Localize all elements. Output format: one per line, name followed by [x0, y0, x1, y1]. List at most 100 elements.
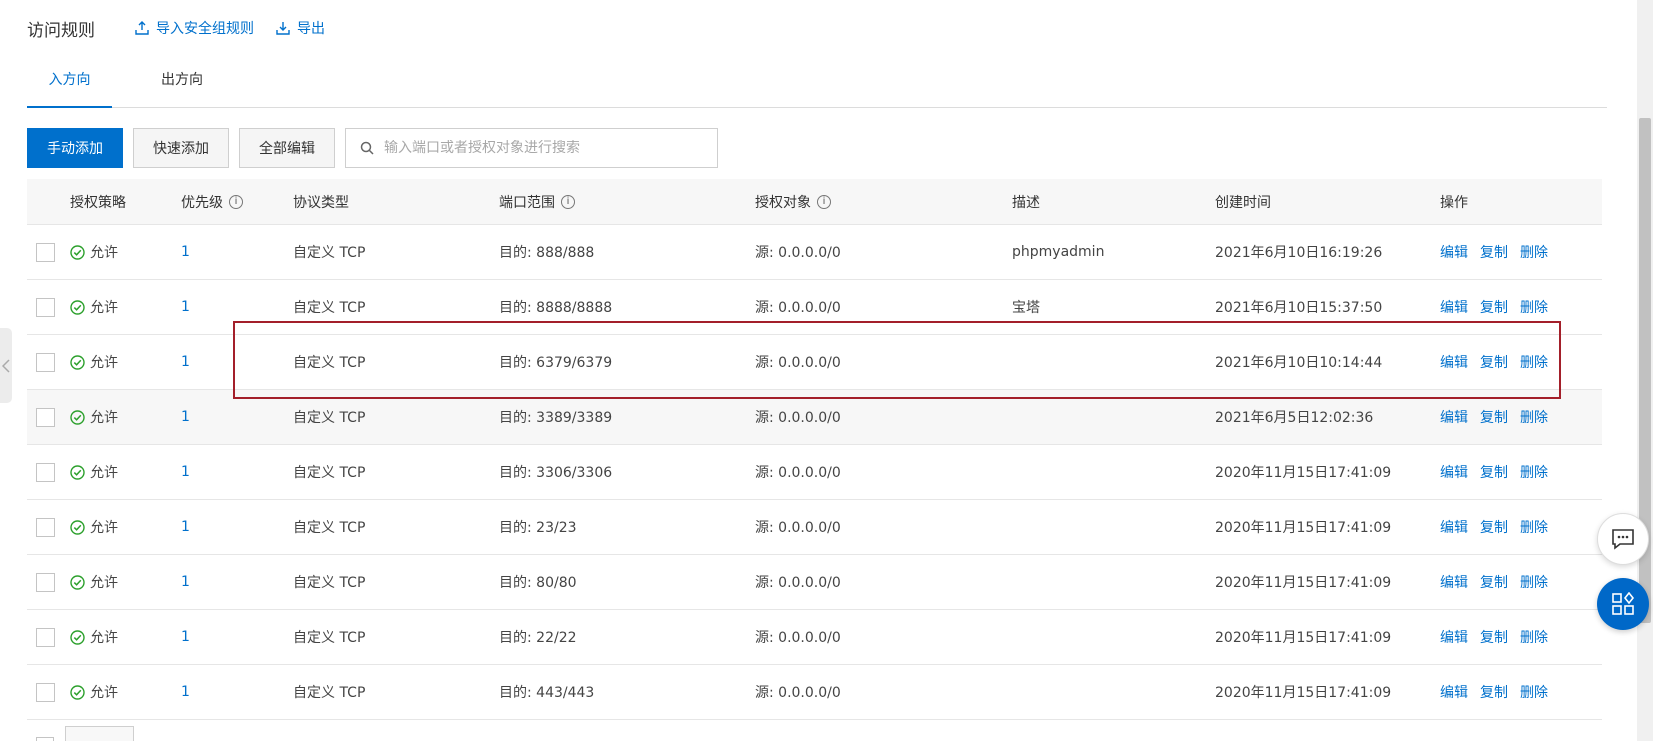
edit-link[interactable]: 编辑 — [1440, 407, 1468, 427]
row-checkbox[interactable] — [36, 627, 55, 647]
tab-outbound[interactable]: 出方向 — [137, 66, 227, 108]
export-link[interactable]: 导出 — [276, 18, 325, 38]
collapse-handle[interactable] — [0, 328, 12, 403]
copy-link[interactable]: 复制 — [1480, 242, 1508, 262]
edit-link[interactable]: 编辑 — [1440, 462, 1468, 482]
edit-link[interactable]: 编辑 — [1440, 682, 1468, 702]
priority-value: 1 — [181, 684, 190, 700]
copy-link[interactable]: 复制 — [1480, 627, 1508, 647]
col-auth-label: 授权对象 — [755, 194, 811, 211]
import-rules-label: 导入安全组规则 — [156, 21, 254, 37]
auth-value: 源: 0.0.0.0/0 — [755, 300, 841, 316]
delete-link[interactable]: 删除 — [1520, 627, 1548, 647]
port-value: 目的: 80/80 — [499, 575, 577, 591]
copy-link[interactable]: 复制 — [1480, 517, 1508, 537]
check-circle-icon — [70, 629, 85, 645]
chat-button[interactable] — [1597, 513, 1649, 565]
copy-link[interactable]: 复制 — [1480, 352, 1508, 372]
policy-value: 允许 — [90, 410, 118, 426]
row-checkbox[interactable] — [36, 517, 55, 537]
info-icon[interactable]: i — [229, 194, 243, 209]
delete-link[interactable]: 删除 — [1520, 407, 1548, 427]
row-checkbox[interactable] — [36, 462, 55, 482]
pager-checkbox[interactable] — [36, 737, 54, 741]
export-label: 导出 — [297, 21, 325, 37]
priority-value: 1 — [181, 354, 190, 370]
page-title: 访问规则 — [27, 20, 95, 41]
ops-cell: 编辑 复制 删除 — [1440, 280, 1560, 334]
row-checkbox[interactable] — [36, 352, 55, 372]
edit-link[interactable]: 编辑 — [1440, 297, 1468, 317]
policy-cell: 允许 — [70, 555, 118, 609]
time-value: 2021年6月5日12:02:36 — [1215, 410, 1374, 426]
edit-link[interactable]: 编辑 — [1440, 627, 1468, 647]
col-priority: 优先级 i — [181, 179, 243, 224]
quick-add-button[interactable]: 快速添加 — [133, 128, 229, 168]
edit-link[interactable]: 编辑 — [1440, 242, 1468, 262]
auth-value: 源: 0.0.0.0/0 — [755, 520, 841, 536]
row-checkbox[interactable] — [36, 572, 55, 592]
delete-link[interactable]: 删除 — [1520, 682, 1548, 702]
edit-all-button[interactable]: 全部编辑 — [239, 128, 335, 168]
check-circle-icon — [70, 684, 85, 700]
desc-value: 宝塔 — [1012, 300, 1040, 316]
copy-link[interactable]: 复制 — [1480, 462, 1508, 482]
delete-link[interactable]: 删除 — [1520, 242, 1548, 262]
copy-link[interactable]: 复制 — [1480, 572, 1508, 592]
edit-link[interactable]: 编辑 — [1440, 572, 1468, 592]
copy-link[interactable]: 复制 — [1480, 297, 1508, 317]
policy-value: 允许 — [90, 685, 118, 701]
delete-link[interactable]: 删除 — [1520, 462, 1548, 482]
col-port-label: 端口范围 — [499, 194, 555, 211]
policy-cell: 允许 — [70, 335, 118, 389]
row-checkbox-cell — [36, 280, 55, 334]
ops-cell: 编辑 复制 删除 — [1440, 335, 1560, 389]
table-row: 允许 1 自定义 TCP 目的: 888/888 源: 0.0.0.0/0 phpmyad… — [27, 225, 1602, 280]
copy-link[interactable]: 复制 — [1480, 682, 1508, 702]
port-value: 目的: 23/23 — [499, 520, 577, 536]
edit-link[interactable]: 编辑 — [1440, 352, 1468, 372]
row-checkbox[interactable] — [36, 242, 55, 262]
priority-value: 1 — [181, 409, 190, 425]
row-checkbox-cell — [36, 500, 55, 554]
row-checkbox[interactable] — [36, 407, 55, 427]
col-port: 端口范围 i — [499, 179, 575, 224]
pager-button[interactable] — [65, 726, 134, 741]
time-value: 2020年11月15日17:41:09 — [1215, 685, 1392, 701]
priority-value: 1 — [181, 464, 190, 480]
search-input[interactable] — [384, 140, 704, 156]
protocol-value: 自定义 TCP — [293, 575, 366, 591]
check-circle-icon — [70, 354, 85, 370]
port-value: 目的: 443/443 — [499, 685, 595, 701]
table-row: 允许 1 自定义 TCP 目的: 443/443 源: 0.0.0.0/0 2020年11… — [27, 665, 1602, 720]
download-icon — [276, 22, 290, 35]
rules-table: 授权策略 优先级 i 协议类型 端口范围 i 授权对象 i 描述 创建时间 操作… — [27, 179, 1602, 720]
search-box — [345, 128, 718, 168]
tab-inbound[interactable]: 入方向 — [27, 66, 112, 108]
toolbar: 手动添加 快速添加 全部编辑 — [27, 128, 718, 168]
row-checkbox[interactable] — [36, 682, 55, 702]
apps-button[interactable] — [1597, 578, 1649, 630]
delete-link[interactable]: 删除 — [1520, 572, 1548, 592]
copy-link[interactable]: 复制 — [1480, 407, 1508, 427]
info-icon[interactable]: i — [561, 194, 575, 209]
policy-cell: 允许 — [70, 390, 118, 444]
delete-link[interactable]: 删除 — [1520, 352, 1548, 372]
port-value: 目的: 3389/3389 — [499, 410, 613, 426]
protocol-value: 自定义 TCP — [293, 245, 366, 261]
edit-link[interactable]: 编辑 — [1440, 517, 1468, 537]
delete-link[interactable]: 删除 — [1520, 517, 1548, 537]
search-icon — [360, 141, 374, 155]
desc-value: phpmyadmin — [1012, 244, 1105, 260]
info-icon[interactable]: i — [817, 194, 831, 209]
check-circle-icon — [70, 464, 85, 480]
table-row: 允许 1 自定义 TCP 目的: 6379/6379 源: 0.0.0.0/0 2021年… — [27, 335, 1602, 390]
time-value: 2021年6月10日16:19:26 — [1215, 245, 1383, 261]
col-auth: 授权对象 i — [755, 179, 831, 224]
protocol-value: 自定义 TCP — [293, 300, 366, 316]
row-checkbox[interactable] — [36, 297, 55, 317]
ops-cell: 编辑 复制 删除 — [1440, 500, 1560, 554]
import-rules-link[interactable]: 导入安全组规则 — [135, 18, 254, 38]
manual-add-button[interactable]: 手动添加 — [27, 128, 123, 168]
delete-link[interactable]: 删除 — [1520, 297, 1548, 317]
